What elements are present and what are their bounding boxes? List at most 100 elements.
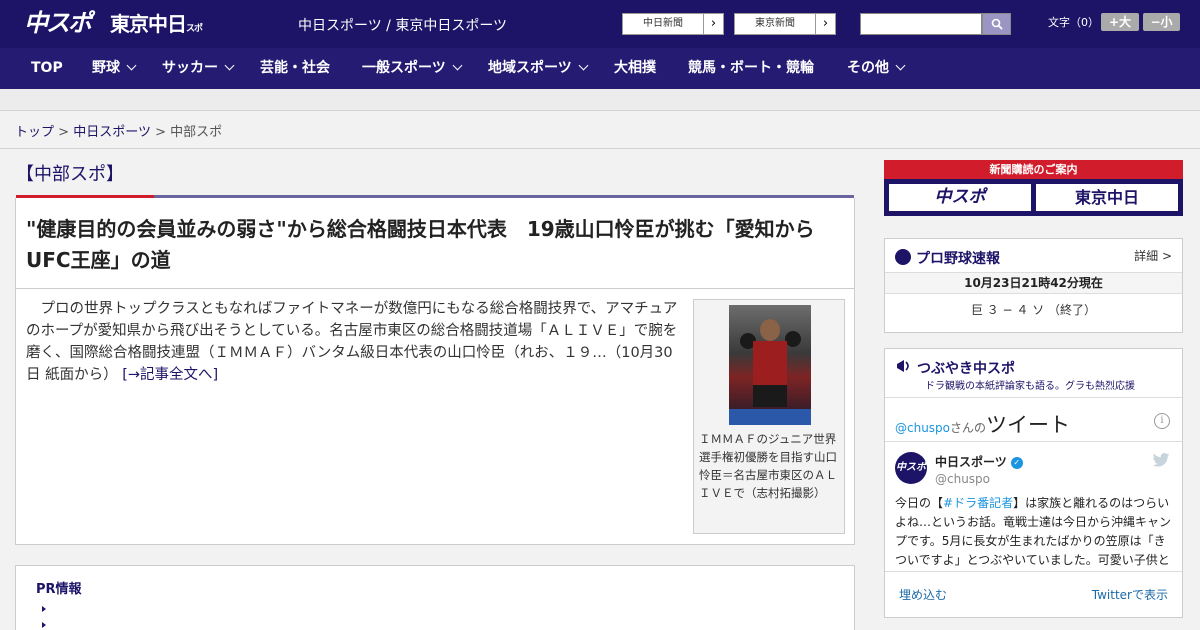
subscribe-tokyo-button[interactable]: 東京中日 (1035, 183, 1179, 212)
read-more-link[interactable]: [→記事全文へ] (122, 367, 218, 383)
tweet-hashtag-link[interactable]: #ドラ番記者 (943, 496, 1013, 510)
tweet-author-name[interactable]: 中日スポーツ ✓ (935, 453, 1023, 470)
breadcrumb-current: 中部スポ (170, 125, 223, 140)
photo-head (760, 319, 780, 341)
nav-item-label: 地域スポーツ (488, 60, 572, 76)
font-size-label: 文字（0） (1048, 16, 1099, 29)
breadcrumb-top[interactable]: トップ (15, 125, 54, 140)
font-bigger-button[interactable]: +大 (1101, 13, 1139, 31)
subscription-banner[interactable]: 新聞購読のご案内 中スポ 東京中日 (884, 160, 1183, 216)
photo-shorts (753, 385, 787, 407)
baseball-detail-link[interactable]: 詳細 > (1134, 247, 1172, 264)
tokyo-chunichi-logo[interactable]: 東京中日スポーツ (110, 10, 210, 67)
divider (885, 571, 1182, 572)
baseball-icon (895, 249, 911, 265)
article-headline: "健康目的の会員並みの弱さ"から総合格闘技日本代表 19歳山口怜臣が挑む「愛知か… (26, 217, 815, 272)
chevron-down-icon (895, 60, 906, 71)
baseball-score-box: プロ野球速報 詳細 > 10月23日21時42分現在 巨 ３ − ４ ソ （終了… (884, 238, 1183, 333)
breadcrumb: トップ > 中日スポーツ > 中部スポ (15, 121, 222, 140)
breadcrumb-sep: > (155, 125, 166, 140)
search-input[interactable] (860, 13, 982, 35)
tokyo-shimbun-label: 東京新聞 (755, 18, 795, 29)
tweet-author-label: 中日スポーツ (935, 455, 1007, 469)
tokyo-shimbun-link[interactable]: 東京新聞 › (734, 13, 836, 35)
photo-mat (729, 409, 811, 425)
subscription-title: 新聞購読のご案内 (884, 160, 1183, 179)
tweet-san: さんの (950, 421, 987, 435)
sub-nav-band (0, 89, 1200, 111)
nav-item-racing[interactable]: 競馬・ボート・競輪 (688, 48, 814, 89)
chevron-down-icon (126, 60, 137, 71)
photo-torso (753, 341, 787, 385)
bullet-icon (42, 622, 46, 628)
divider (16, 288, 854, 289)
chevron-right-icon: › (703, 14, 723, 34)
nav-item-label: TOP (31, 60, 63, 76)
twitter-bird-icon[interactable] (1152, 453, 1170, 467)
site-title[interactable]: 中日スポーツ / 東京中日スポーツ (298, 15, 507, 35)
nav-item-other[interactable]: その他 (847, 48, 906, 89)
divider (885, 397, 1182, 398)
tweet-username[interactable]: @chuspo (935, 472, 990, 486)
nav-item-label: 一般スポーツ (362, 60, 446, 76)
tweet-text-pre: 今日の【 (895, 496, 944, 510)
info-icon[interactable]: i (1154, 413, 1170, 429)
nav-item-entertainment[interactable]: 芸能・社会 (260, 48, 330, 89)
chevron-down-icon (452, 60, 463, 71)
nav-item-label: サッカー (162, 60, 218, 76)
nav-item-general-sports[interactable]: 一般スポーツ (362, 48, 463, 89)
main-nav: TOP 野球 サッカー 芸能・社会 一般スポーツ 地域スポーツ 大相撲 競馬・ボ… (0, 48, 1200, 89)
megaphone-icon (897, 360, 909, 372)
tokyo-chunichi-logo-text: 東京中日 (110, 12, 187, 36)
chuspo-logo[interactable]: 中スポ (24, 8, 100, 38)
chunichi-shimbun-link[interactable]: 中日新聞 › (622, 13, 724, 35)
search-icon (991, 18, 1003, 30)
nav-item-soccer[interactable]: サッカー (162, 48, 235, 89)
baseball-score[interactable]: 巨 ３ − ４ ソ （終了） (885, 301, 1182, 318)
nav-item-sumo[interactable]: 大相撲 (614, 48, 656, 89)
breadcrumb-chunichi[interactable]: 中日スポーツ (73, 125, 151, 140)
nav-item-label: 競馬・ボート・競輪 (688, 60, 814, 76)
tweet-subtitle: ドラ観戦の本紙評論家も語る。グラも熱烈応援 (925, 381, 1135, 392)
search-button[interactable] (982, 13, 1011, 35)
chunichi-shimbun-label: 中日新聞 (643, 18, 683, 29)
pr-title: PR情報 (36, 582, 82, 597)
tweet-embed-link[interactable]: 埋め込む (899, 586, 947, 603)
nav-item-baseball[interactable]: 野球 (92, 48, 137, 89)
photo-glove-right (785, 331, 801, 347)
top-header: 中スポ 東京中日スポーツ 中日スポーツ / 東京中日スポーツ 中日新聞 › 東京… (0, 0, 1200, 67)
chevron-down-icon (578, 60, 589, 71)
tweet-handle-link[interactable]: @chuspo (895, 421, 950, 435)
category-title: 【中部スポ】 (16, 164, 124, 185)
nav-item-label: 芸能・社会 (260, 60, 330, 76)
verified-icon: ✓ (1010, 456, 1023, 469)
font-smaller-button[interactable]: −小 (1143, 13, 1180, 31)
avatar[interactable]: 中スポ (895, 452, 927, 484)
tweet-text: 今日の【#ドラ番記者】は家族と離れるのはつらいよね…というお話。竜戦士達は今日か… (895, 494, 1173, 570)
tweet-title: つぶやき中スポ (917, 361, 1015, 377)
photo-caption: ＩＭＭＡＦのジュニア世界選手権初優勝を目指す山口怜臣＝名古屋市東区のＡＬＩＶＥで… (699, 432, 837, 500)
photo-box: ＩＭＭＡＦのジュニア世界選手権初優勝を目指す山口怜臣＝名古屋市東区のＡＬＩＶＥで… (693, 299, 845, 534)
baseball-title: プロ野球速報 (916, 251, 1000, 267)
article-card: "健康目的の会員並みの弱さ"から総合格闘技日本代表 19歳山口怜臣が挑む「愛知か… (15, 198, 855, 545)
subscribe-chuspo-button[interactable]: 中スポ (888, 183, 1032, 212)
pr-box: PR情報 (15, 565, 855, 630)
divider (0, 148, 1200, 149)
nav-item-local-sports[interactable]: 地域スポーツ (488, 48, 589, 89)
nav-item-label: 大相撲 (614, 60, 656, 76)
twitter-box: つぶやき中スポ ドラ観戦の本紙評論家も語る。グラも熱烈応援 @chuspoさんの… (884, 348, 1183, 618)
article-body: プロの世界トップクラスともなればファイトマネーが数億円にもなる総合格闘技界で、ア… (26, 298, 686, 386)
chevron-down-icon (224, 60, 235, 71)
tweet-word: ツイート (986, 413, 1071, 437)
tweet-view-on-twitter-link[interactable]: Twitterで表示 (1092, 586, 1168, 603)
divider (885, 441, 1182, 442)
bullet-icon (42, 606, 46, 612)
chevron-right-icon: › (815, 14, 835, 34)
nav-item-top[interactable]: TOP (31, 48, 63, 89)
breadcrumb-sep: > (58, 125, 70, 140)
nav-item-label: 野球 (92, 60, 120, 76)
article-photo[interactable] (729, 305, 811, 425)
baseball-asof: 10月23日21時42分現在 (885, 272, 1182, 294)
tweet-header: @chuspoさんのツイート (895, 409, 1070, 439)
nav-item-label: その他 (847, 60, 889, 76)
